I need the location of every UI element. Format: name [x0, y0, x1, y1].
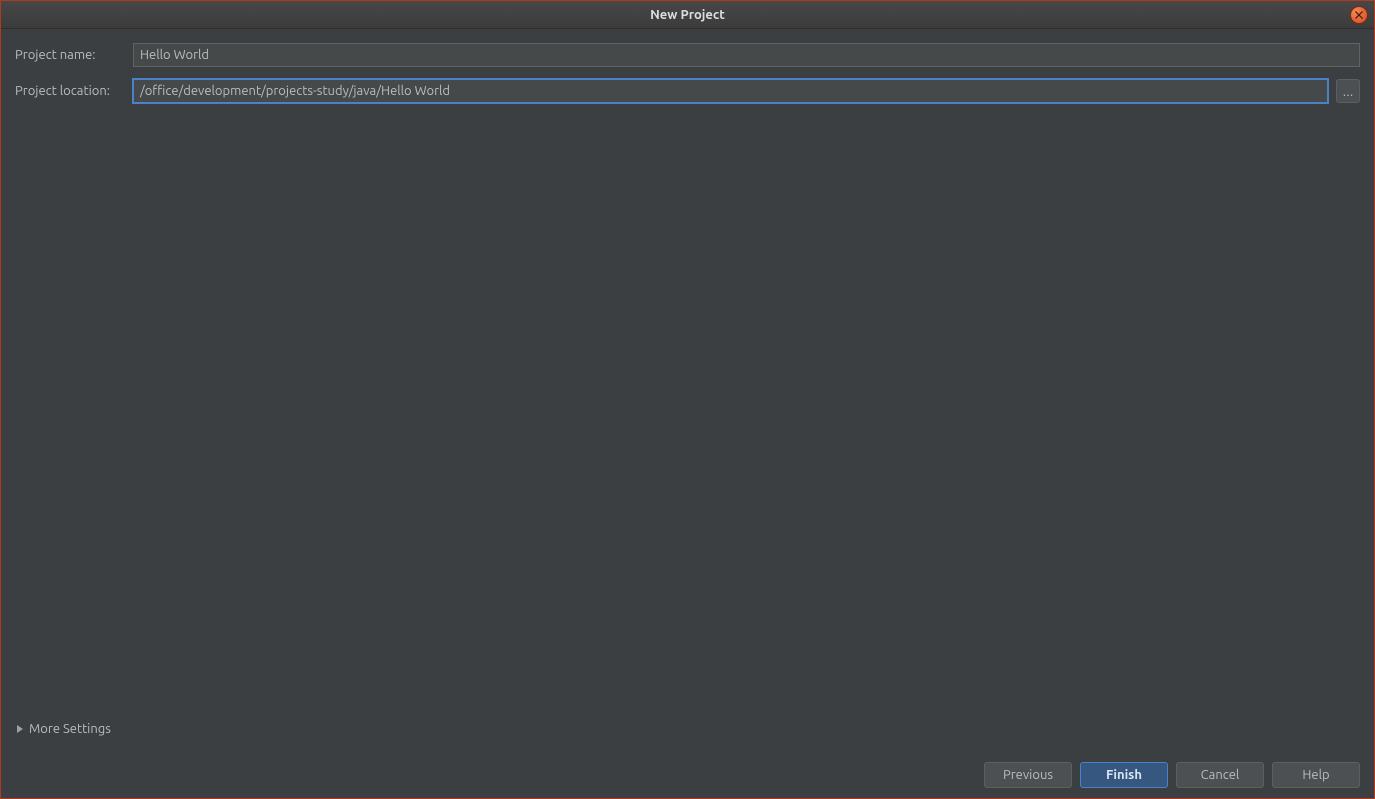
titlebar: New Project — [1, 1, 1374, 29]
browse-location-button[interactable]: ... — [1336, 79, 1360, 103]
dialog-content: Project name: Project location: ... More… — [1, 29, 1374, 758]
project-name-label: Project name: — [15, 48, 125, 62]
previous-button[interactable]: Previous — [984, 762, 1072, 788]
more-settings-toggle[interactable]: More Settings — [15, 716, 1360, 750]
ellipsis-icon: ... — [1343, 84, 1354, 99]
close-icon — [1355, 8, 1363, 22]
help-button[interactable]: Help — [1272, 762, 1360, 788]
form-area: Project name: Project location: ... — [15, 43, 1360, 103]
spacer — [15, 103, 1360, 716]
finish-button[interactable]: Finish — [1080, 762, 1168, 788]
chevron-right-icon — [17, 725, 23, 733]
window-title: New Project — [650, 8, 725, 22]
cancel-button[interactable]: Cancel — [1176, 762, 1264, 788]
project-location-label: Project location: — [15, 84, 125, 98]
project-location-input[interactable] — [133, 79, 1328, 103]
project-location-row: Project location: ... — [15, 79, 1360, 103]
more-settings-label: More Settings — [29, 722, 111, 736]
close-button[interactable] — [1350, 6, 1368, 24]
button-bar: Previous Finish Cancel Help — [1, 758, 1374, 798]
project-name-row: Project name: — [15, 43, 1360, 67]
project-name-input[interactable] — [133, 43, 1360, 67]
